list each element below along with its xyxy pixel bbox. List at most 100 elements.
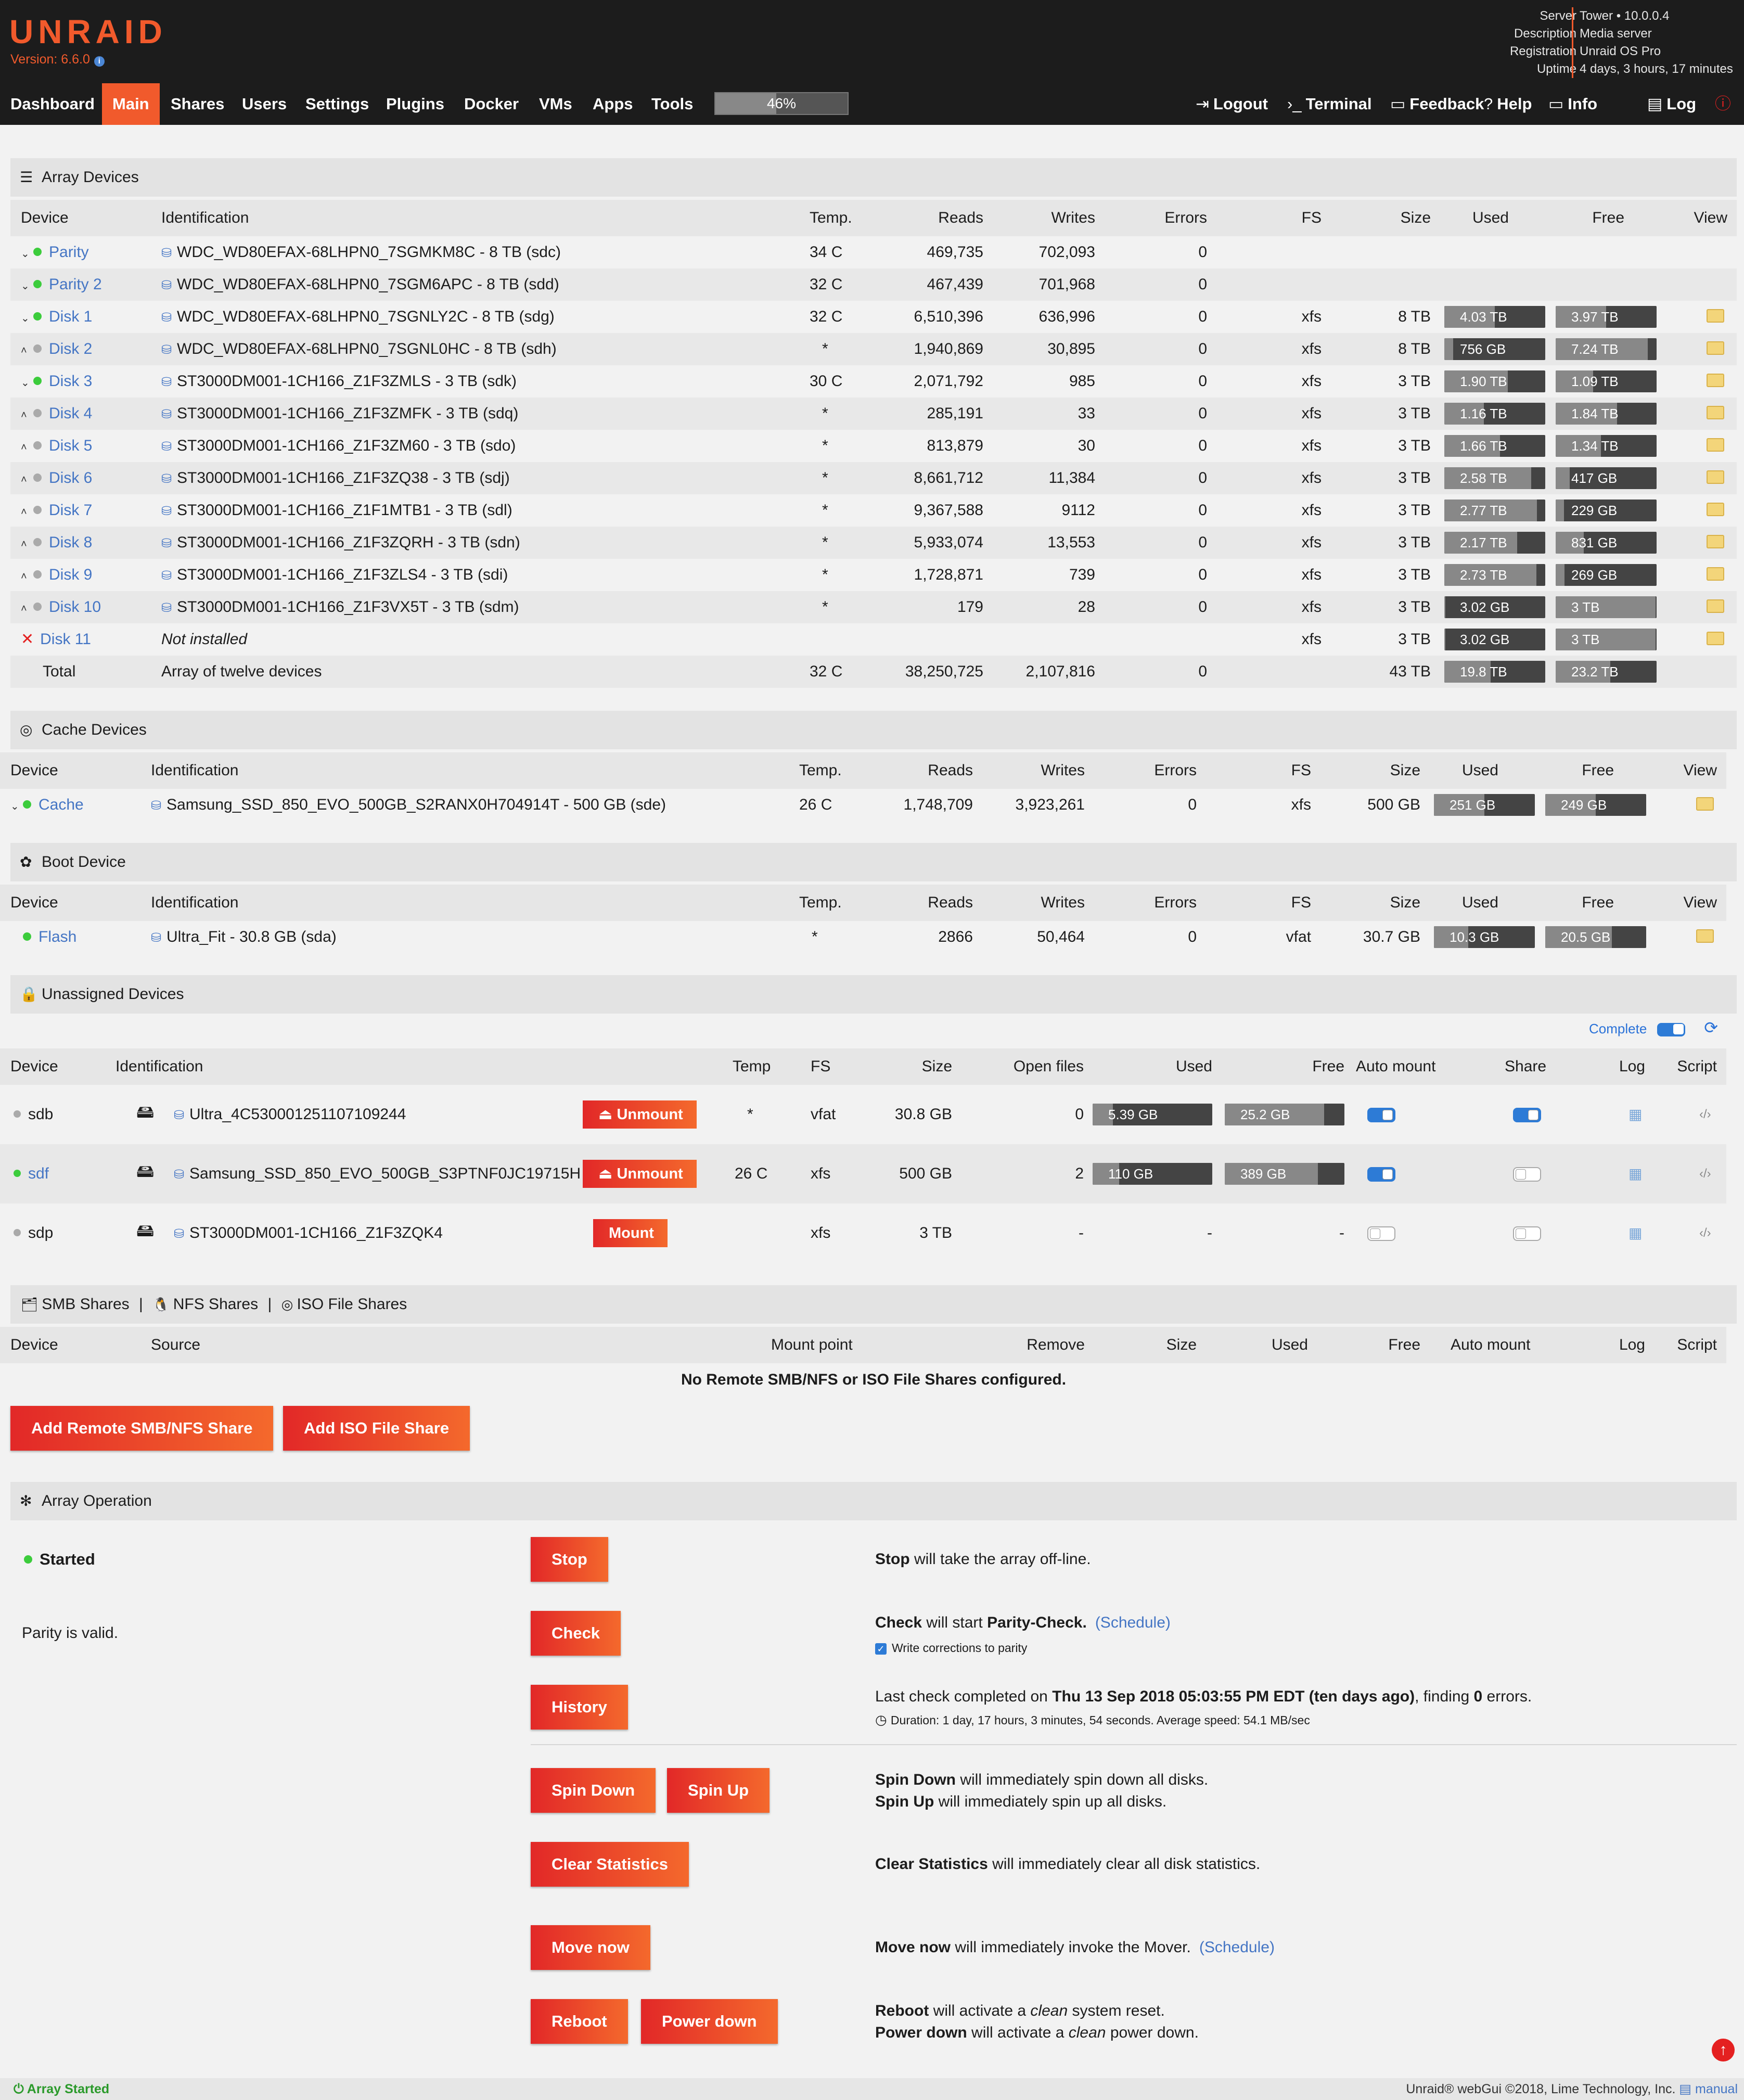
spin-up-button[interactable]: Spin Up xyxy=(667,1768,770,1813)
tab-users[interactable]: Users xyxy=(232,83,297,125)
device-link[interactable]: Disk 3 xyxy=(49,373,92,390)
script-icon[interactable]: ‹/› xyxy=(1699,1085,1711,1144)
device-link[interactable]: Cache xyxy=(39,796,84,813)
device-link[interactable]: Disk 6 xyxy=(49,469,92,486)
drive-add-icon[interactable]: 🖴 xyxy=(136,1091,154,1133)
arrow-down-icon[interactable]: ⌄ xyxy=(21,302,33,335)
stop-button[interactable]: Stop xyxy=(531,1537,608,1582)
view-folder-icon[interactable] xyxy=(1707,406,1724,419)
drive-add-icon[interactable]: 🖴 xyxy=(136,1210,154,1251)
tab-tools[interactable]: Tools xyxy=(641,83,703,125)
view-folder-icon[interactable] xyxy=(1696,797,1714,811)
drive-add-icon[interactable]: 🖴 xyxy=(136,1150,154,1192)
share-toggle[interactable] xyxy=(1513,1108,1541,1122)
view-folder-icon[interactable] xyxy=(1707,632,1724,645)
device-link[interactable]: Disk 9 xyxy=(49,566,92,583)
history-button[interactable]: History xyxy=(531,1685,628,1730)
arrow-up-icon[interactable]: ˄ xyxy=(21,431,33,464)
tab-settings[interactable]: Settings xyxy=(295,83,379,125)
device-link[interactable]: Disk 2 xyxy=(49,340,92,357)
check-description-part[interactable]: (Schedule) xyxy=(1095,1614,1171,1631)
device-link[interactable]: Disk 4 xyxy=(49,405,92,422)
arrow-up-icon[interactable]: ˄ xyxy=(21,399,33,431)
log-icon[interactable]: ▦ xyxy=(1628,1144,1642,1203)
nav-help[interactable]: ? Help xyxy=(1484,83,1532,125)
share-toggle[interactable] xyxy=(1513,1226,1541,1241)
arrow-up-icon[interactable]: ˄ xyxy=(21,335,33,367)
device-link[interactable]: Parity 2 xyxy=(49,276,102,293)
device-name[interactable]: sdf xyxy=(28,1165,49,1182)
unraid-logo[interactable]: UNRAID xyxy=(9,12,167,51)
reboot-button[interactable]: Reboot xyxy=(531,1999,628,2044)
share-tab-0[interactable]: 🗂 SMB Shares xyxy=(21,1296,130,1313)
view-folder-icon[interactable] xyxy=(1707,470,1724,484)
power-down-button[interactable]: Power down xyxy=(641,1999,778,2044)
write-corrections[interactable]: ✓ Write corrections to parity xyxy=(875,1637,1027,1659)
log-icon[interactable]: ▦ xyxy=(1628,1203,1642,1263)
nav-terminal[interactable]: ›_ Terminal xyxy=(1287,83,1371,125)
view-folder-icon[interactable] xyxy=(1696,929,1714,943)
device-link[interactable]: Disk 7 xyxy=(49,502,92,519)
tab-dashboard[interactable]: Dashboard xyxy=(0,83,105,125)
arrow-up-icon[interactable]: ˄ xyxy=(21,560,33,593)
mount-button[interactable]: Mount xyxy=(593,1219,668,1247)
view-folder-icon[interactable] xyxy=(1707,309,1724,323)
auto-mount-toggle[interactable] xyxy=(1367,1108,1395,1122)
clear-statistics-button[interactable]: Clear Statistics xyxy=(531,1842,689,1887)
script-icon[interactable]: ‹/› xyxy=(1699,1203,1711,1263)
arrow-up-icon[interactable]: ˄ xyxy=(21,464,33,496)
tab-plugins[interactable]: Plugins xyxy=(376,83,455,125)
auto-mount-toggle[interactable] xyxy=(1367,1226,1395,1241)
spin-down-button[interactable]: Spin Down xyxy=(531,1768,656,1813)
device-link[interactable]: Disk 10 xyxy=(49,598,101,616)
check-button[interactable]: Check xyxy=(531,1611,621,1656)
nav-feedback[interactable]: ▭ Feedback xyxy=(1390,83,1484,125)
view-folder-icon[interactable] xyxy=(1707,503,1724,516)
view-folder-icon[interactable] xyxy=(1707,341,1724,355)
log-icon[interactable]: ▦ xyxy=(1628,1085,1642,1144)
share-tab-1[interactable]: 🐧 NFS Shares xyxy=(152,1296,258,1313)
tab-main[interactable]: Main xyxy=(102,83,160,125)
view-folder-icon[interactable] xyxy=(1707,567,1724,581)
complete-toggle[interactable] xyxy=(1657,1023,1686,1037)
script-icon[interactable]: ‹/› xyxy=(1699,1144,1711,1203)
device-link[interactable]: Disk 1 xyxy=(49,308,92,325)
tab-shares[interactable]: Shares xyxy=(160,83,235,125)
device-link[interactable]: Parity xyxy=(49,244,89,261)
device-link[interactable]: Flash xyxy=(39,928,76,945)
complete-label[interactable]: Complete xyxy=(1589,1021,1647,1036)
manual-link[interactable]: ▤ manual xyxy=(1679,2082,1738,2096)
nav-info[interactable]: ▭ Info xyxy=(1548,83,1597,125)
unmount-button[interactable]: ⏏ Unmount xyxy=(583,1160,697,1188)
view-folder-icon[interactable] xyxy=(1707,599,1724,613)
add-remote-share-button[interactable]: Add Remote SMB/NFS Share xyxy=(10,1406,274,1451)
device-link[interactable]: Disk 11 xyxy=(40,631,91,648)
refresh-icon[interactable]: ⟳ xyxy=(1704,1018,1718,1037)
share-tab-2[interactable]: ◎ ISO File Shares xyxy=(281,1296,407,1313)
share-toggle[interactable] xyxy=(1513,1167,1541,1182)
arrow-up-icon[interactable]: ˄ xyxy=(21,528,33,560)
tab-docker[interactable]: Docker xyxy=(454,83,529,125)
move-now-button[interactable]: Move now xyxy=(531,1925,650,1970)
arrow-down-icon[interactable]: ⌄ xyxy=(21,238,33,270)
device-link[interactable]: Disk 5 xyxy=(49,437,92,454)
unmount-button[interactable]: ⏏ Unmount xyxy=(583,1100,697,1129)
nav-logout[interactable]: ⇥ Logout xyxy=(1196,83,1268,125)
add-iso-share-button[interactable]: Add ISO File Share xyxy=(283,1406,470,1451)
arrow-down-icon[interactable]: ⌄ xyxy=(21,270,33,302)
alert-icon[interactable]: ⓘ xyxy=(1715,83,1731,125)
auto-mount-toggle[interactable] xyxy=(1367,1167,1395,1182)
arrow-down-icon[interactable]: ⌄ xyxy=(21,367,33,399)
info-icon[interactable]: i xyxy=(94,56,105,67)
view-folder-icon[interactable] xyxy=(1707,438,1724,452)
scroll-top-button[interactable]: ↑ xyxy=(1712,2039,1735,2061)
view-folder-icon[interactable] xyxy=(1707,535,1724,548)
move-description-part[interactable]: (Schedule) xyxy=(1199,1939,1275,1956)
tab-apps[interactable]: Apps xyxy=(582,83,644,125)
checkbox-icon[interactable]: ✓ xyxy=(875,1643,887,1655)
arrow-down-icon[interactable]: ⌄ xyxy=(10,790,23,823)
device-link[interactable]: Disk 8 xyxy=(49,534,92,551)
tab-vms[interactable]: VMs xyxy=(529,83,583,125)
arrow-up-icon[interactable]: ˄ xyxy=(21,593,33,625)
arrow-up-icon[interactable]: ˄ xyxy=(21,496,33,528)
